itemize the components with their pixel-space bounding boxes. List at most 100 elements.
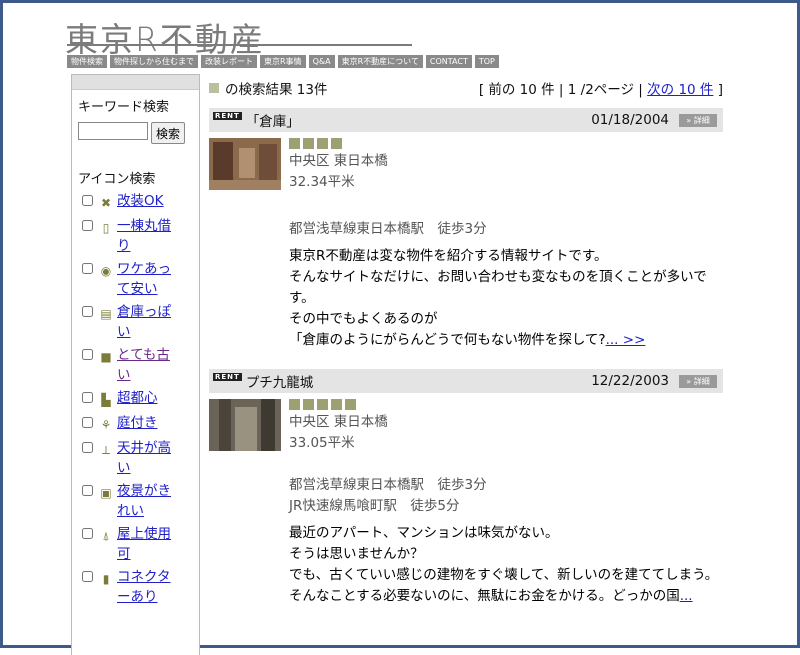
results-header: の検索結果 13件 [ 前の 10 件 | 1 /2ページ | 次の 10 件 … (209, 74, 723, 102)
filter-link[interactable]: コネクターあり (117, 567, 179, 607)
filter-checkbox[interactable] (82, 220, 93, 231)
filter-link[interactable]: 庭付き (117, 413, 179, 433)
nav-item-search[interactable]: 物件検索 (67, 55, 107, 68)
filter-item: ▮ コネクターあり (82, 567, 199, 607)
filter-item: ▯ 一棟丸借り (82, 216, 199, 256)
filter-item: ⍋ 屋上使用可 (82, 524, 199, 564)
filter-link[interactable]: 改装OK (117, 191, 179, 211)
tools-icon: ✖ (100, 196, 112, 210)
listing-icons (289, 138, 723, 149)
filter-item: ▙ 超都心 (82, 388, 199, 410)
warehouse-icon (303, 138, 314, 149)
keyword-search-form: 検索 (78, 122, 199, 144)
nav-item-top[interactable]: TOP (474, 55, 499, 68)
filter-link[interactable]: 倉庫っぽい (117, 302, 179, 342)
nav-item-about[interactable]: 東京R不動産について (337, 55, 423, 68)
filter-checkbox[interactable] (82, 485, 93, 496)
keyword-input[interactable] (78, 122, 148, 140)
ceiling-icon: ⟂ (101, 443, 110, 457)
desc-text: そんなことする必要ないのに、無駄にお金をかける。どっかの国 (289, 588, 680, 604)
filter-checkbox[interactable] (82, 528, 93, 539)
icon-search-title: アイコン検索 (78, 172, 156, 187)
sidebar: キーワード検索 検索 アイコン検索 ✖ 改装OK ▯ 一棟丸借り ◉ ワケあって安い … (71, 74, 200, 655)
city-icon (317, 399, 328, 410)
filter-checkbox[interactable] (82, 392, 93, 403)
filter-checkbox[interactable] (82, 442, 93, 453)
global-nav: 物件検索 物件探しから住むまで 改装レポート 東京R事情 Q&A 東京R不動産に… (67, 55, 499, 68)
old-icon (303, 399, 314, 410)
desc-line: 最近のアパート、マンションは味気がない。 (289, 525, 559, 541)
city-icon: ▙ (101, 393, 111, 407)
discount-icon: ◉ (100, 264, 112, 278)
listing-description: 最近のアパート、マンションは味気がない。 そうは思いませんか？ でも、古くていい… (289, 523, 723, 607)
logo-underline (67, 44, 412, 46)
filter-link[interactable]: 天井が高い (117, 438, 179, 478)
icon-filter-list: ✖ 改装OK ▯ 一棟丸借り ◉ ワケあって安い ▤ 倉庫っぽい ■ とても古い ▙ 超都心… (72, 191, 199, 607)
listing-station: 都営浅草線東日本橋駅 徒歩3分 (289, 221, 487, 237)
search-button[interactable]: 検索 (151, 122, 186, 144)
desc-line: 「倉庫のようにがらんどうで何もない物件を探して?... >> (289, 330, 723, 351)
bullet-square-icon (209, 83, 219, 93)
filter-item: ◉ ワケあって安い (82, 259, 199, 299)
pager-close: ] (717, 82, 723, 98)
listing-name[interactable]: 「倉庫」 (246, 110, 591, 130)
filter-checkbox[interactable] (82, 571, 93, 582)
rooftop-icon: ⍋ (102, 529, 110, 543)
desc-line: そんなことする必要ないのに、無駄にお金をかける。どっかの国... (289, 586, 723, 607)
filter-checkbox[interactable] (82, 417, 93, 428)
rent-badge: RENT (213, 112, 242, 120)
listing-icons (289, 399, 723, 410)
results-summary: の検索結果 13件 (225, 82, 328, 98)
tools-icon (289, 138, 300, 149)
nav-item-guide[interactable]: 物件探しから住むまで (110, 55, 198, 68)
desc-line: でも、古くていい感じの建物をすぐ壊して、新しいのを建ててしまう。 (289, 567, 719, 583)
logo-text: 東京R不動産 (65, 20, 265, 59)
nav-item-jijo[interactable]: 東京R事情 (260, 55, 306, 68)
nav-item-contact[interactable]: CONTACT (425, 55, 472, 68)
pager: [ 前の 10 件 | 1 /2ページ | 次の 10 件 ] (479, 78, 723, 98)
filter-item: ▤ 倉庫っぽい (82, 302, 199, 342)
filter-item: ⚘ 庭付き (82, 413, 199, 435)
listing-description: 東京R不動産は変な物件を紹介する情報サイトです。 そんなサイトなだけに、お問い合… (289, 246, 723, 351)
nav-item-qa[interactable]: Q&A (308, 55, 335, 68)
filter-checkbox[interactable] (82, 349, 93, 360)
listing-card: 中央区 東日本橋 33.05平米 都営浅草線東日本橋駅 徒歩3分 JR快速線馬喰… (209, 393, 723, 607)
desc-line: そうは思いませんか？ (289, 546, 424, 562)
listing-station: 都営浅草線東日本橋駅 徒歩3分 (289, 477, 487, 493)
listing-date: 01/18/2004 (591, 112, 669, 128)
filter-link[interactable]: ワケあって安い (117, 259, 179, 299)
keyword-search-title: キーワード検索 (78, 100, 170, 115)
listing-thumbnail[interactable] (209, 138, 281, 190)
listing-header: RENT プチ九龍城 12/22/2003 » 詳細 (209, 369, 723, 393)
more-link[interactable]: ... (680, 588, 693, 604)
filter-item: ⟂ 天井が高い (82, 438, 199, 478)
pager-next-link[interactable]: 次の 10 件 (647, 82, 713, 98)
listing-size: 33.05平米 (289, 435, 355, 451)
listing-station: JR快速線馬喰町駅 徒歩5分 (289, 498, 460, 514)
detail-button[interactable]: » 詳細 (679, 113, 717, 127)
filter-link[interactable]: 夜景がきれい (117, 481, 179, 521)
site-logo[interactable]: 東京R不動産 (65, 13, 415, 59)
listing-area: 中央区 東日本橋 (289, 153, 388, 169)
old-icon (317, 138, 328, 149)
garden-icon (331, 399, 342, 410)
filter-checkbox[interactable] (82, 263, 93, 274)
desc-text: 「倉庫のようにがらんどうで何もない物件を探して? (289, 332, 606, 348)
city-icon (331, 138, 342, 149)
filter-link[interactable]: とても古い (117, 345, 179, 385)
tools-icon (289, 399, 300, 410)
filter-link[interactable]: 屋上使用可 (117, 524, 179, 564)
listing-thumbnail[interactable] (209, 399, 281, 451)
filter-checkbox[interactable] (82, 306, 93, 317)
filter-link[interactable]: 一棟丸借り (117, 216, 179, 256)
results-panel: の検索結果 13件 [ 前の 10 件 | 1 /2ページ | 次の 10 件 … (209, 74, 723, 607)
desc-line: 東京R不動産は変な物件を紹介する情報サイトです。 (289, 248, 608, 264)
pager-prev: [ 前の 10 件 | 1 /2ページ | (478, 82, 643, 98)
filter-checkbox[interactable] (82, 195, 93, 206)
filter-link[interactable]: 超都心 (117, 388, 179, 408)
nav-item-renovation[interactable]: 改装レポート (201, 55, 257, 68)
rent-badge: RENT (213, 373, 242, 381)
more-link[interactable]: ... >> (606, 332, 646, 348)
detail-button[interactable]: » 詳細 (679, 374, 717, 388)
listing-name[interactable]: プチ九龍城 (246, 371, 591, 391)
